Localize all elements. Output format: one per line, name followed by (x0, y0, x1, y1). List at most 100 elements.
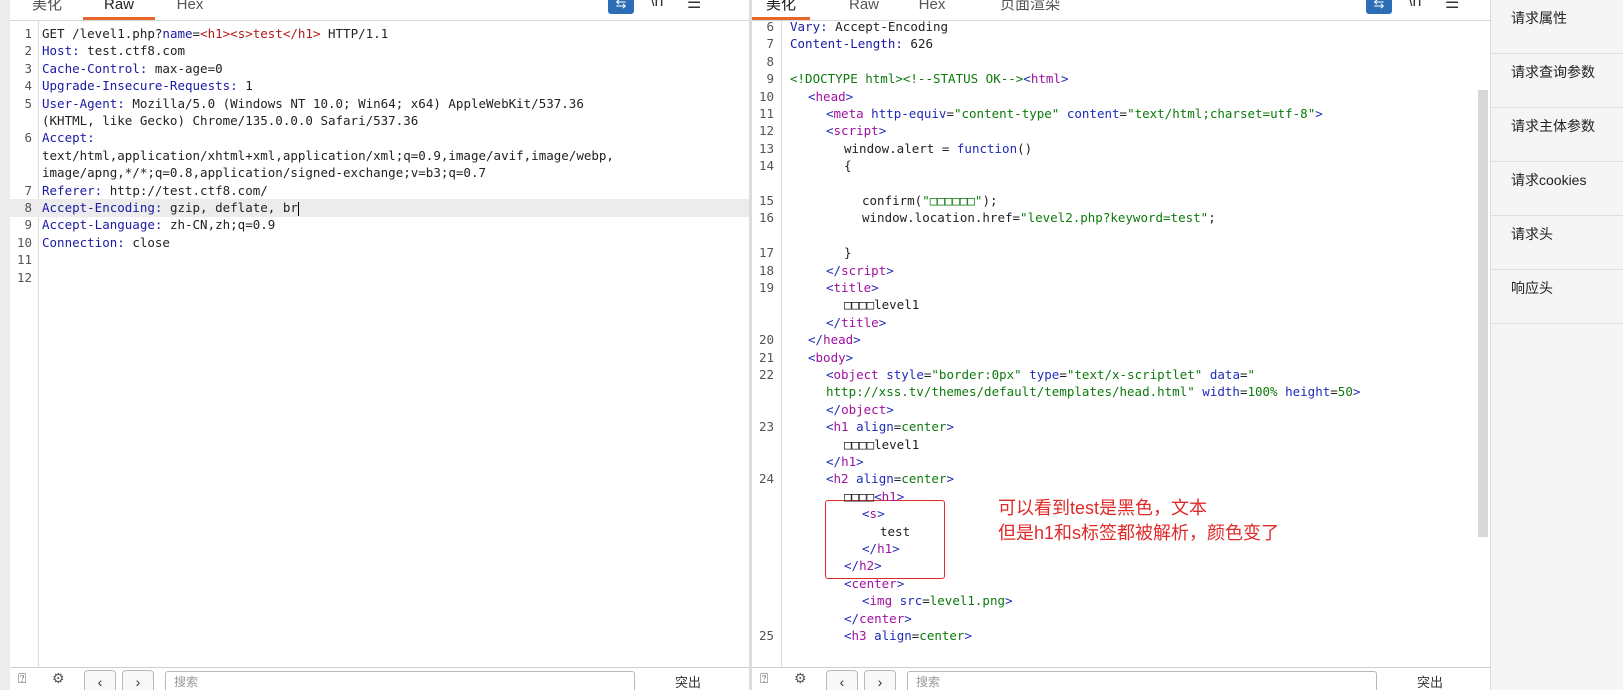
response-tab-raw[interactable]: Raw (844, 0, 884, 20)
code-token: } (844, 245, 852, 261)
code-text: <h3 align=center> (844, 627, 972, 645)
code-text: <!DOCTYPE html><!--STATUS OK--><html> (790, 70, 1068, 88)
code-text: <meta http-equiv="content-type" content=… (826, 105, 1323, 123)
code-token: 626 (902, 36, 933, 52)
code-token: </ (844, 558, 860, 574)
code-token: confirm( (862, 193, 923, 208)
request-editor[interactable]: 1 GET /level1.php?name=<h1><s>test</h1> H… (10, 21, 749, 668)
code-token: = (922, 593, 930, 609)
code-line: 11 (10, 251, 749, 269)
code-line: 24 <h2 align=center> (752, 470, 1490, 488)
newline-icon[interactable]: \n (650, 0, 663, 11)
newline-icon[interactable]: \n (1408, 0, 1421, 11)
code-line: text/html,application/xhtml+xml,applicat… (10, 147, 749, 165)
code-text: Referer: http://test.ctf8.com/ (42, 182, 268, 200)
code-token: h1 (881, 488, 897, 504)
code-text: text/html,application/xhtml+xml,applicat… (42, 147, 614, 165)
prev-button[interactable]: ‹ (826, 670, 858, 690)
settings-icon[interactable]: ⚙ (794, 670, 807, 687)
response-tabs: 美化 Raw Hex 页面渲染 ⇆ \n ☰ (752, 0, 1490, 21)
request-tab-hex[interactable]: Hex (170, 0, 210, 20)
request-search-input[interactable]: 搜索 (165, 671, 635, 690)
code-token: Accept-Language: (42, 217, 163, 233)
code-line: 23 <h1 align=center> (752, 418, 1490, 436)
line-number: 24 (758, 471, 774, 487)
inspector-side-panel: 请求属性 请求查询参数 请求主体参数 请求cookies 请求头 响应头 (1490, 0, 1623, 690)
code-token: window.location.href= (862, 210, 1021, 226)
code-token: s (869, 506, 878, 522)
code-token: " (1247, 367, 1256, 382)
next-button[interactable]: › (864, 670, 896, 690)
response-scrollbar[interactable] (1478, 90, 1488, 537)
code-token: < (844, 628, 852, 643)
request-tab-raw[interactable]: Raw (83, 0, 155, 20)
code-token: = (1239, 367, 1248, 382)
code-line: 3 Cache-Control: max-age=0 (10, 60, 749, 78)
code-token: 1 (237, 78, 253, 94)
side-item-request-attributes[interactable]: 请求属性 (1491, 0, 1623, 54)
code-token: Content-Length: (790, 36, 903, 52)
code-text: <s> (862, 505, 885, 523)
code-token: = (1059, 367, 1067, 382)
response-tab-pretty[interactable]: 美化 (752, 0, 810, 20)
response-tab-render[interactable]: 页面渲染 (990, 0, 1070, 20)
side-item-query-params[interactable]: 请求查询参数 (1491, 54, 1623, 108)
side-item-cookies[interactable]: 请求cookies (1491, 162, 1623, 216)
menu-icon[interactable]: ☰ (687, 0, 701, 13)
code-token: > (1315, 106, 1323, 121)
code-token: < (808, 88, 816, 104)
code-text: Connection: close (42, 234, 170, 252)
code-line: 21 <body> (752, 349, 1490, 367)
code-token: object (841, 401, 887, 417)
side-item-body-params[interactable]: 请求主体参数 (1491, 108, 1623, 162)
code-token: > (845, 349, 854, 365)
settings-icon[interactable]: ⚙ (52, 670, 65, 687)
code-line: <center> (752, 575, 1490, 593)
code-token: < (874, 488, 882, 504)
code-line: 7 Referer: http://test.ctf8.com/ (10, 182, 749, 200)
side-item-request-headers[interactable]: 请求头 (1491, 216, 1623, 270)
wrap-icon[interactable]: ⇆ (1366, 0, 1392, 14)
menu-icon[interactable]: ☰ (1445, 0, 1459, 13)
code-token: □□□□level1 (844, 297, 920, 313)
code-text: □□□□level1 (844, 436, 919, 454)
code-token: "content-type" (953, 106, 1060, 121)
help-icon[interactable]: ⍰ (760, 670, 768, 687)
prev-button[interactable]: ‹ (84, 670, 116, 690)
request-tab-pretty[interactable]: 美化 (30, 0, 64, 20)
code-token: align (856, 471, 894, 487)
code-token: head (823, 332, 854, 348)
code-token: h2 (833, 471, 849, 487)
code-token: > (896, 575, 905, 591)
line-number: 9 (766, 71, 774, 87)
response-search-input[interactable]: 搜索 (907, 671, 1377, 690)
code-token: 50 (1337, 384, 1353, 400)
help-icon[interactable]: ⍰ (18, 670, 26, 687)
code-line: 5 User-Agent: Mozilla/5.0 (Windows NT 10.… (10, 95, 749, 113)
code-text: <img src=level1.png> (862, 592, 1013, 610)
code-token: < (826, 367, 834, 382)
code-token: level1.png (929, 593, 1006, 609)
code-token: content (1066, 106, 1120, 121)
code-text: { (844, 157, 852, 175)
side-item-response-headers[interactable]: 响应头 (1491, 270, 1623, 324)
line-number: 5 (24, 95, 32, 111)
code-token: > (845, 88, 854, 104)
code-line: </h1> (752, 540, 1490, 558)
code-token: > (877, 506, 885, 522)
next-button[interactable]: › (122, 670, 154, 690)
response-tab-hex[interactable]: Hex (912, 0, 952, 20)
response-editor[interactable]: 可以看到test是黑色，文本 但是h1和s标签都被解析，颜色变了 6 Vary: … (752, 21, 1490, 668)
code-line: 10 <head> (752, 88, 1490, 106)
code-token: > (1060, 71, 1069, 87)
code-token: GET /level1.php? (42, 26, 163, 41)
code-token: http://xss.tv/themes/default/templates/h… (826, 384, 1195, 400)
wrap-icon[interactable]: ⇆ (608, 0, 634, 14)
code-text: </h1> (862, 540, 900, 558)
code-text: <h2 align=center> (826, 470, 954, 488)
code-token: Upgrade-Insecure-Requests: (42, 78, 238, 94)
